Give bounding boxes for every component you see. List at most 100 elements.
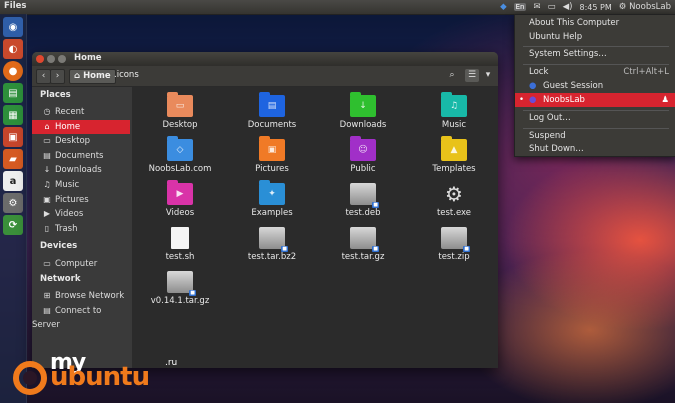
file-item-documents[interactable]: ▤ Documents bbox=[236, 92, 308, 130]
user-name: NoobsLab bbox=[629, 2, 671, 12]
sidebar: Places ◷ Recent ⌂ Home ▭ Desktop ▤ Documents ↓ Do… bbox=[32, 87, 132, 368]
menu-item-guest-session[interactable]: ● Guest Session bbox=[515, 79, 675, 93]
videos-icon: ▶ bbox=[43, 209, 51, 219]
file-name: Examples bbox=[251, 208, 293, 218]
user-menu: About This Computer Ubuntu Help System S… bbox=[514, 14, 675, 157]
file-item-public[interactable]: ☺ Public bbox=[327, 136, 399, 174]
menu-label: Shut Down… bbox=[529, 144, 584, 154]
user-menu-button[interactable]: ⚙ NoobsLab bbox=[619, 2, 671, 12]
keyboard-layout-indicator[interactable]: En bbox=[513, 3, 527, 11]
sidebar-item-documents[interactable]: ▤ Documents bbox=[32, 149, 130, 163]
file-item-noobslab-com[interactable]: ◇ NoobsLab.com bbox=[144, 136, 216, 174]
archive-package-icon: ■ bbox=[441, 227, 470, 252]
sidebar-item-computer[interactable]: ▭ Computer bbox=[32, 257, 130, 271]
sidebar-item-downloads[interactable]: ↓ Downloads bbox=[32, 163, 130, 177]
forward-button[interactable]: › bbox=[50, 69, 65, 84]
minimize-button[interactable] bbox=[47, 55, 55, 63]
firefox-icon[interactable]: ● bbox=[3, 61, 23, 81]
folder-icon: ↓ bbox=[350, 92, 376, 117]
menu-item-help[interactable]: Ubuntu Help bbox=[515, 30, 675, 44]
sidebar-item-recent[interactable]: ◷ Recent bbox=[32, 105, 130, 119]
volume-icon[interactable]: ◀) bbox=[563, 2, 573, 12]
file-item-test-exe[interactable]: ⚙ test.exe bbox=[418, 183, 490, 218]
file-name: test.tar.bz2 bbox=[247, 252, 297, 262]
clock[interactable]: 8:45 PM bbox=[580, 3, 612, 12]
amazon-icon[interactable]: a bbox=[3, 171, 23, 191]
file-item-v0-14-1-tar-gz[interactable]: ■ v0.14.1.tar.gz bbox=[144, 271, 216, 306]
file-item-test-tar-bz2[interactable]: ■ test.tar.bz2 bbox=[236, 227, 308, 262]
sidebar-item-trash[interactable]: ▯ Trash bbox=[32, 222, 130, 236]
menu-item-about[interactable]: About This Computer bbox=[515, 16, 675, 30]
sidebar-item-browse-network[interactable]: ⊞ Browse Network bbox=[32, 289, 130, 303]
script-file-icon bbox=[171, 227, 189, 249]
menu-item-shutdown[interactable]: Shut Down… bbox=[515, 142, 675, 156]
places-header: Places bbox=[40, 90, 71, 100]
settings-launcher-icon[interactable]: ⚙ bbox=[3, 193, 23, 213]
software-center-icon[interactable]: ▰ bbox=[3, 149, 23, 169]
sidebar-item-pictures[interactable]: ▣ Pictures bbox=[32, 193, 130, 207]
network-icon: ⊞ bbox=[43, 291, 51, 300]
ubuntu-circle-logo bbox=[13, 361, 47, 395]
sidebar-item-videos[interactable]: ▶ Videos bbox=[32, 207, 130, 221]
breadcrumb-home[interactable]: ⌂ Home bbox=[69, 69, 116, 84]
file-item-templates[interactable]: ▲ Templates bbox=[418, 136, 490, 174]
folder-emblem-icon: ♫ bbox=[449, 101, 459, 111]
maximize-button[interactable] bbox=[58, 55, 66, 63]
writer-icon[interactable]: ▤ bbox=[3, 83, 23, 103]
view-mode-icon[interactable]: ☰ bbox=[465, 69, 479, 82]
file-name: Downloads bbox=[339, 120, 387, 130]
folder-emblem-icon: ▤ bbox=[267, 101, 277, 111]
file-item-desktop[interactable]: ▭ Desktop bbox=[144, 92, 216, 130]
file-item-test-sh[interactable]: test.sh bbox=[144, 227, 216, 262]
dash-icon[interactable]: ◉ bbox=[3, 17, 23, 37]
home-folder-launcher-icon[interactable]: ◐ bbox=[3, 39, 23, 59]
impress-icon[interactable]: ▣ bbox=[3, 127, 23, 147]
sidebar-item-connect-to-server[interactable]: ▤ Connect to Server bbox=[32, 304, 130, 330]
menu-item-suspend[interactable]: Suspend bbox=[515, 129, 675, 143]
desktop-icon: ▭ bbox=[43, 136, 51, 146]
file-item-pictures[interactable]: ▣ Pictures bbox=[236, 136, 308, 174]
file-item-test-tar-gz[interactable]: ■ test.tar.gz bbox=[327, 227, 399, 262]
file-item-videos[interactable]: ▶ Videos bbox=[144, 180, 216, 218]
calc-icon[interactable]: ▦ bbox=[3, 105, 23, 125]
updater-icon[interactable]: ⟳ bbox=[3, 215, 23, 235]
menu-item-logout[interactable]: Log Out… bbox=[515, 111, 675, 125]
folder-emblem-icon: ▭ bbox=[175, 101, 185, 111]
toolbar: ‹ › ⌂ Home .icons ⌕ ☰ ▾ bbox=[32, 66, 498, 87]
dropbox-icon[interactable]: ◆ bbox=[500, 2, 507, 12]
file-name: test.tar.gz bbox=[341, 252, 385, 262]
menu-item-system-settings[interactable]: System Settings… bbox=[515, 47, 675, 61]
close-button[interactable] bbox=[36, 55, 44, 63]
folder-icon: ▶ bbox=[167, 180, 193, 205]
archive-package-icon: ■ bbox=[259, 227, 288, 252]
file-item-examples[interactable]: ✦ Examples bbox=[236, 180, 308, 218]
package-emblem-icon: ■ bbox=[189, 290, 196, 296]
menu-item-lock[interactable]: Lock Ctrl+Alt+L bbox=[515, 65, 675, 79]
breadcrumb-icons[interactable]: .icons bbox=[110, 69, 143, 82]
watermark-ru: .ru bbox=[165, 358, 178, 368]
user-icon: ● bbox=[529, 95, 537, 105]
sidebar-item-music[interactable]: ♫ Music bbox=[32, 178, 130, 192]
search-icon[interactable]: ⌕ bbox=[445, 69, 459, 82]
menu-item-noobslab[interactable]: • ● NoobsLab ♟ bbox=[515, 93, 675, 107]
file-item-downloads[interactable]: ↓ Downloads bbox=[327, 92, 399, 130]
window-titlebar[interactable]: Home bbox=[32, 52, 498, 66]
menu-label: Guest Session bbox=[543, 81, 604, 91]
battery-icon[interactable]: ▭ bbox=[548, 2, 556, 12]
file-item-music[interactable]: ♫ Music bbox=[418, 92, 490, 130]
file-item-test-zip[interactable]: ■ test.zip bbox=[418, 227, 490, 262]
folder-icon: ▣ bbox=[259, 136, 285, 161]
system-tray: ◆ En ✉ ▭ ◀) 8:45 PM ⚙ NoobsLab bbox=[500, 0, 671, 14]
back-button[interactable]: ‹ bbox=[36, 69, 51, 84]
mail-icon[interactable]: ✉ bbox=[533, 2, 540, 12]
devices-header: Devices bbox=[40, 241, 78, 251]
sidebar-item-label: Trash bbox=[55, 223, 78, 234]
menu-icon[interactable]: ▾ bbox=[481, 69, 495, 82]
gear-icon: ⚙ bbox=[618, 2, 627, 12]
sidebar-item-home[interactable]: ⌂ Home bbox=[32, 119, 130, 134]
archive-package-icon: ■ bbox=[350, 183, 379, 208]
sidebar-item-desktop[interactable]: ▭ Desktop bbox=[32, 134, 130, 148]
file-item-test-deb[interactable]: ■ test.deb bbox=[327, 183, 399, 218]
folder-emblem-icon: ↓ bbox=[359, 101, 367, 111]
menu-label: Suspend bbox=[529, 131, 566, 141]
